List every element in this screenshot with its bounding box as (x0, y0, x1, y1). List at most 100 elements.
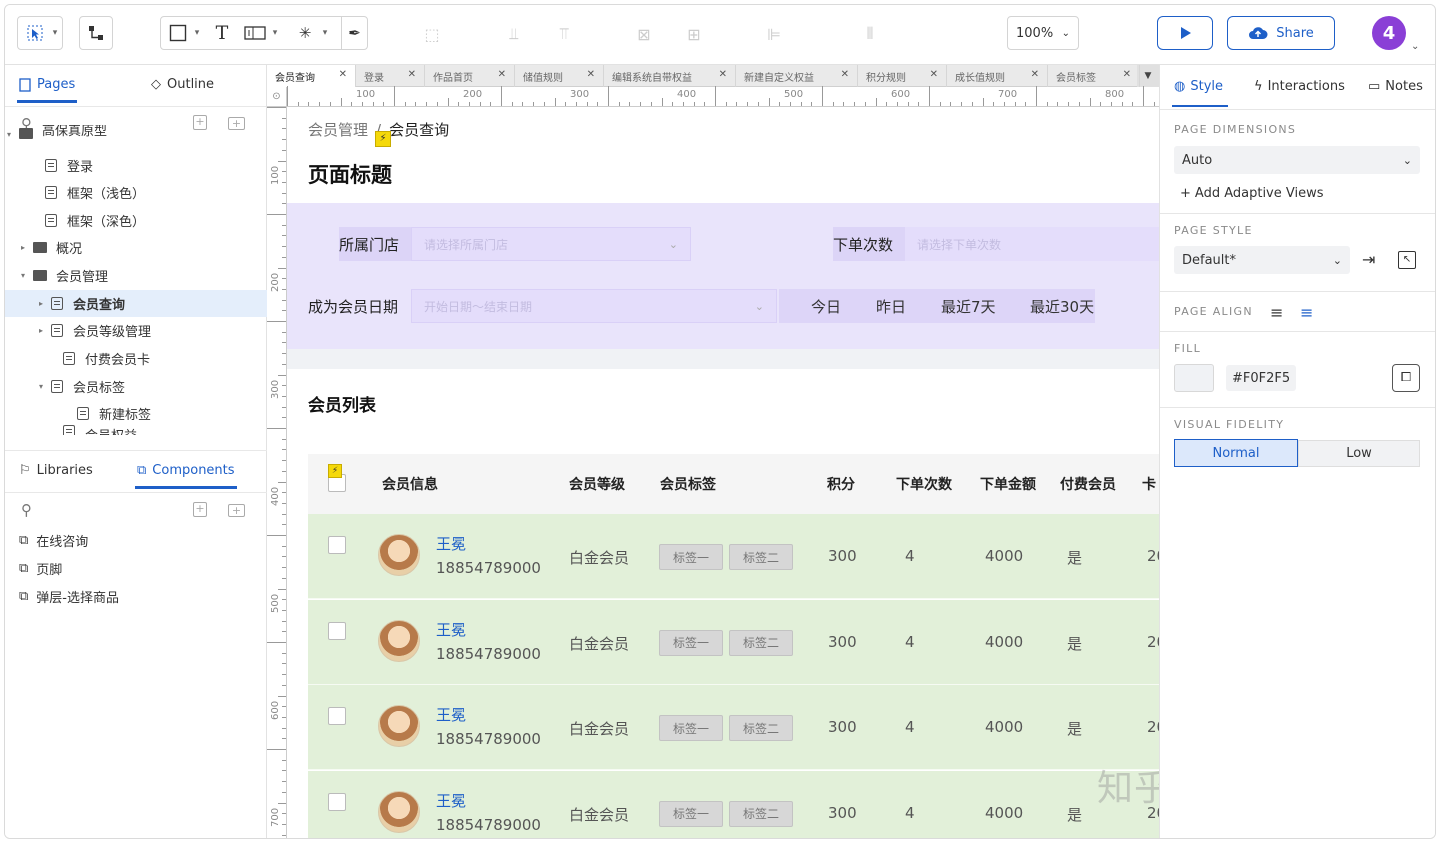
text-tool-icon[interactable]: T (211, 17, 233, 49)
tree-item[interactable]: ▸ 概况 (5, 234, 267, 261)
tab-libraries[interactable]: ⚐ Libraries (19, 463, 93, 478)
table-row[interactable]: 王冕18854789000白金会员标签一标签二30044000是20 (308, 685, 1159, 770)
member-name-link[interactable]: 王冕 (436, 533, 466, 554)
close-icon[interactable]: ✕ (719, 69, 727, 80)
canvas-tab[interactable]: 登录 ✕ (356, 65, 425, 87)
close-icon[interactable]: ✕ (498, 69, 506, 80)
tree-item[interactable]: 会员权益 (5, 425, 267, 435)
tab-outline[interactable]: ◇ Outline (151, 77, 214, 92)
tree-item[interactable]: 付费会员卡 (5, 345, 267, 372)
caret-right-icon[interactable]: ▸ (39, 299, 51, 308)
fill-image-icon[interactable]: ⧠ (1392, 364, 1420, 392)
close-icon[interactable]: ✕ (1123, 69, 1131, 80)
close-icon[interactable]: ✕ (930, 69, 938, 80)
fidelity-low-button[interactable]: Low (1298, 440, 1420, 467)
preview-button[interactable] (1157, 16, 1213, 50)
tree-item[interactable]: ▸ 会员查询 (5, 290, 267, 317)
canvas-tab[interactable]: 编辑系统自带权益 ✕ (604, 65, 736, 87)
canvas-tab[interactable]: 会员查询 ✕ (267, 65, 356, 87)
close-icon[interactable]: ✕ (587, 69, 595, 80)
canvas-tab[interactable]: 新建自定义权益 ✕ (736, 65, 858, 87)
table-row[interactable]: 王冕18854789000白金会员标签一标签二30044000是20 (308, 770, 1159, 838)
apply-style-icon[interactable]: ⇥ (1362, 250, 1375, 269)
canvas-tab[interactable]: 作品首页 ✕ (425, 65, 515, 87)
close-icon[interactable]: ✕ (1031, 69, 1039, 80)
tab-style[interactable]: ◍ Style (1174, 79, 1223, 94)
caret-right-icon[interactable]: ▸ (39, 326, 51, 335)
member-name-link[interactable]: 王冕 (436, 704, 466, 725)
align-center-icon[interactable]: ≡ (1300, 303, 1313, 322)
align-bottom-icon[interactable]: ⫫ (499, 19, 529, 49)
date-range-picker[interactable]: 开始日期～结束日期 ⌄ (411, 289, 777, 323)
search-icon[interactable]: ⚲ (21, 501, 32, 519)
tree-item[interactable]: 框架（深色） (5, 207, 267, 234)
add-component-icon[interactable]: + (193, 502, 207, 517)
caret-down-icon[interactable]: ▾ (39, 382, 51, 391)
fill-swatch[interactable] (1174, 364, 1214, 392)
page-style-select[interactable]: Default* ⌄ (1174, 246, 1350, 274)
tree-item[interactable]: 新建标签 (5, 400, 267, 427)
row-checkbox[interactable] (328, 792, 346, 811)
select-arrow-icon[interactable] (22, 17, 48, 49)
canvas-tab[interactable]: 储值规则 ✕ (515, 65, 604, 87)
align-left-icon[interactable]: ≡ (1270, 303, 1283, 322)
tab-components[interactable]: ⧉ Components (135, 463, 237, 489)
add-folder-icon[interactable]: + (228, 504, 245, 517)
quick-yesterday-button[interactable]: 昨日 (876, 296, 906, 317)
caret-down-icon[interactable]: ▾ (7, 130, 19, 139)
align-left-icon[interactable]: ⊫ (759, 19, 789, 49)
chevron-down-icon[interactable]: ▾ (191, 17, 203, 49)
member-name-link[interactable]: 王冕 (436, 619, 466, 640)
space-icon[interactable]: ⫴ (855, 19, 885, 49)
tabs-overflow-button[interactable]: ▼ (1137, 65, 1159, 87)
group-icon[interactable]: ⬚ (417, 19, 447, 49)
caret-down-icon[interactable]: ▾ (21, 271, 33, 280)
zoom-select[interactable]: 100% ⌄ (1007, 16, 1079, 50)
add-adaptive-views-link[interactable]: + Add Adaptive Views (1180, 186, 1324, 201)
page-dimensions-select[interactable]: Auto ⌄ (1174, 146, 1420, 174)
pen-tool-icon[interactable]: ✒ (341, 17, 367, 49)
select-tool-group[interactable]: ▾ (17, 16, 63, 50)
tree-item[interactable]: 登录 (5, 152, 267, 179)
close-icon[interactable]: ✕ (841, 69, 849, 80)
chevron-down-icon[interactable]: ⌄ (1411, 41, 1419, 52)
hotspot-icon[interactable]: ✳ (293, 17, 317, 49)
ungroup-icon[interactable]: ⊞ (679, 19, 709, 49)
interaction-flag-icon[interactable]: ⚡ (328, 464, 342, 478)
canvas-tab[interactable]: 积分规则 ✕ (858, 65, 947, 87)
component-item[interactable]: ⧉ 在线咨询 (19, 531, 88, 550)
tab-pages[interactable]: Pages (16, 77, 78, 103)
distribute-icon[interactable]: ⊠ (629, 19, 659, 49)
tree-item[interactable]: ▾ 会员标签 (5, 373, 267, 400)
chevron-down-icon[interactable]: ▾ (269, 17, 281, 49)
caret-right-icon[interactable]: ▸ (21, 243, 33, 252)
quick-today-button[interactable]: 今日 (811, 296, 841, 317)
tab-notes[interactable]: ▭ Notes (1368, 79, 1423, 94)
tab-interactions[interactable]: ϟ Interactions (1254, 79, 1345, 94)
fill-hex-field[interactable]: #F0F2F5 (1226, 365, 1296, 391)
canvas[interactable]: ▼ 会员查询 ✕ 登录 ✕ 作品首页 ✕ 储值规则 ✕ 编辑系统自带权益 ✕ 新建自定义权益 ✕ 积分规… (267, 65, 1159, 838)
row-checkbox[interactable] (328, 707, 346, 725)
member-name-link[interactable]: 王冕 (436, 790, 466, 811)
store-select[interactable]: 请选择所属门店 ⌄ (411, 227, 691, 261)
rectangle-icon[interactable] (167, 17, 189, 49)
connector-tool-button[interactable] (79, 16, 113, 50)
input-widget-icon[interactable] (243, 17, 267, 49)
table-row[interactable]: 王冕18854789000白金会员标签一标签二30044000是20 (308, 599, 1159, 685)
tree-item[interactable]: ▸ 会员等级管理 (5, 317, 267, 344)
align-top-icon[interactable]: ⫪ (549, 19, 579, 49)
edit-style-icon[interactable]: ↖ (1398, 251, 1416, 269)
user-avatar[interactable]: 4 (1372, 16, 1406, 50)
row-checkbox[interactable] (328, 621, 346, 640)
table-row[interactable]: 王冕18854789000白金会员标签一标签二30044000是20 (308, 514, 1159, 599)
canvas-tab[interactable]: 成长值规则 ✕ (947, 65, 1048, 87)
close-icon[interactable]: ✕ (339, 69, 347, 80)
tree-item[interactable]: 框架（浅色） (5, 179, 267, 206)
share-button[interactable]: Share (1227, 16, 1335, 50)
tree-item[interactable]: ▾ 会员管理 (5, 262, 267, 289)
component-item[interactable]: ⧉ 页脚 (19, 559, 62, 578)
chevron-down-icon[interactable]: ▾ (48, 17, 62, 49)
interaction-flag-icon[interactable]: ⚡ (375, 131, 391, 147)
close-icon[interactable]: ✕ (408, 69, 416, 80)
row-checkbox[interactable] (328, 536, 346, 554)
